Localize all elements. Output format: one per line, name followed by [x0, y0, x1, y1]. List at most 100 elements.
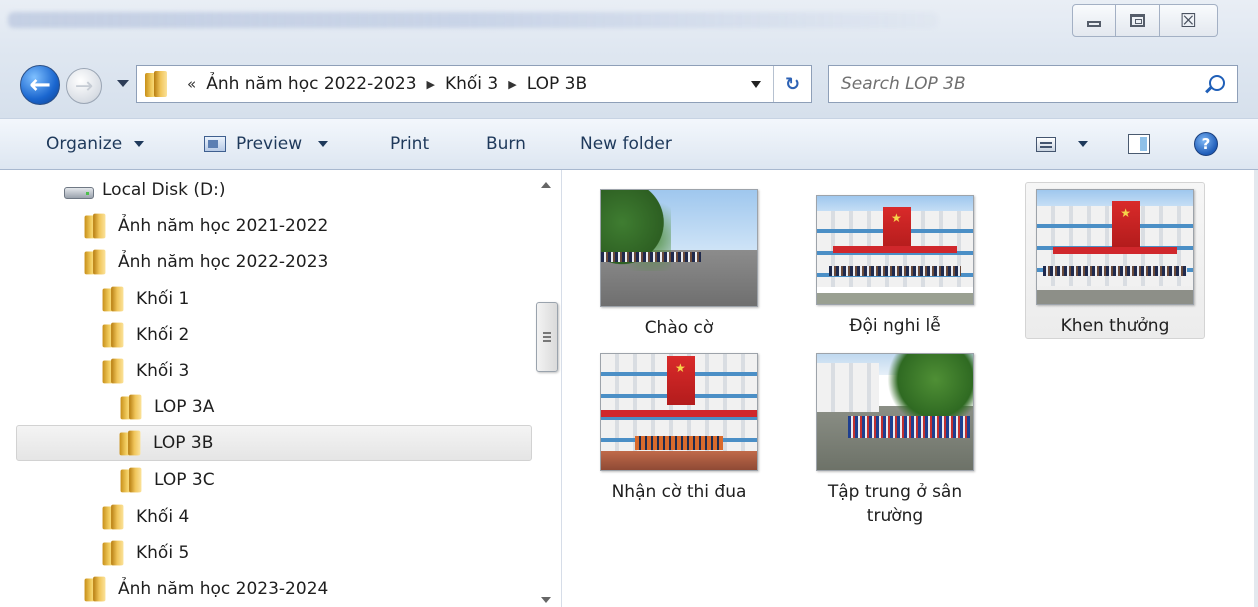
organize-label: Organize [46, 134, 123, 154]
photo-thumbnail [816, 353, 974, 471]
change-view-button[interactable] [1036, 132, 1088, 156]
help-button[interactable]: ? [1194, 132, 1218, 156]
tree-item-folder[interactable]: Khối 2 [102, 317, 302, 353]
folder-icon [84, 576, 106, 602]
file-name: Chào cờ [644, 318, 714, 338]
blurred-window-title [8, 12, 938, 28]
tree-item-local-disk[interactable]: Local Disk (D:) [64, 172, 364, 208]
folder-icon [102, 540, 124, 566]
search-input[interactable] [841, 74, 1181, 94]
breadcrumb-separator-icon[interactable]: ▶ [427, 78, 435, 91]
command-bar: Organize Preview Print Burn New folder ? [0, 118, 1258, 170]
tree-item-folder[interactable]: Ảnh năm học 2021-2022 [84, 208, 384, 244]
tree-item-label: Ảnh năm học 2022-2023 [118, 252, 329, 272]
tree-item-label: Khối 3 [136, 361, 190, 381]
folder-icon [119, 430, 141, 456]
preview-icon [204, 136, 226, 152]
forward-arrow-icon: → [74, 73, 94, 99]
refresh-icon: ↻ [784, 73, 801, 95]
drive-icon [64, 187, 94, 199]
tree-item-folder[interactable]: LOP 3C [120, 462, 320, 498]
maximize-button[interactable] [1116, 4, 1160, 37]
file-item[interactable]: Đội nghi lễ [805, 188, 985, 339]
preview-pane-button[interactable] [1128, 132, 1150, 156]
preview-label: Preview [236, 134, 303, 154]
back-button[interactable]: ← [20, 65, 60, 105]
file-item[interactable]: Tập trung ở sân trường [805, 346, 985, 529]
address-bar[interactable]: « Ảnh năm học 2022-2023 ▶ Khối 3 ▶ LOP 3… [136, 65, 812, 103]
tree-item-label: LOP 3A [154, 397, 215, 417]
new-folder-button[interactable]: New folder [580, 132, 672, 156]
burn-button[interactable]: Burn [486, 132, 526, 156]
file-name: Đội nghi lễ [849, 316, 941, 336]
tree-item-label: Khối 1 [136, 289, 190, 309]
scroll-down-icon[interactable] [541, 597, 551, 603]
scrollbar-thumb[interactable] [536, 302, 558, 372]
file-item[interactable]: Nhận cờ thi đua [589, 346, 769, 505]
tree-item-label: Local Disk (D:) [102, 180, 226, 200]
scroll-up-icon[interactable] [541, 182, 551, 188]
folder-icon [102, 322, 124, 348]
file-name: Khen thưởng [1060, 316, 1170, 336]
photo-thumbnail [600, 189, 758, 307]
navigation-scrollbar[interactable] [533, 170, 559, 607]
photo-thumbnail [600, 353, 758, 471]
navigation-pane: Local Disk (D:) Ảnh năm học 2021-2022 Ản… [0, 170, 562, 607]
dropdown-arrow-icon [134, 141, 145, 147]
tree-item-folder[interactable]: Khối 1 [102, 281, 302, 317]
minimize-icon [1087, 21, 1101, 27]
tree-item-folder[interactable]: Khối 3 [102, 353, 302, 389]
tree-item-folder[interactable]: Khối 5 [102, 535, 302, 571]
maximize-icon [1130, 14, 1145, 27]
folder-icon [102, 358, 124, 384]
minimize-button[interactable] [1072, 4, 1116, 37]
help-icon: ? [1194, 132, 1218, 156]
tree-item-label: Ảnh năm học 2021-2022 [118, 216, 329, 236]
overflow-crumbs-button[interactable]: « [187, 75, 196, 93]
tree-item-label: Khối 2 [136, 325, 190, 345]
recent-pages-dropdown[interactable] [117, 80, 129, 87]
photo-thumbnail [816, 195, 974, 305]
search-icon[interactable] [1209, 75, 1225, 91]
preview-button[interactable]: Preview [204, 132, 329, 156]
tree-item-folder[interactable]: LOP 3A [120, 389, 320, 425]
file-list: Chào cờ Đội nghi lễ Khen thưởng [563, 170, 1258, 607]
address-dropdown-icon[interactable] [751, 81, 761, 88]
folder-icon [145, 71, 167, 97]
file-name: Nhận cờ thi đua [611, 482, 747, 502]
breadcrumb-item[interactable]: Ảnh năm học 2022-2023 [206, 74, 416, 94]
tree-item-label: LOP 3B [153, 433, 214, 453]
dropdown-arrow-icon [318, 141, 329, 147]
tree-item-folder[interactable]: Ảnh năm học 2022-2023 [84, 244, 384, 280]
folder-icon [120, 394, 142, 420]
close-button[interactable]: ☒ [1160, 4, 1218, 37]
folder-icon [102, 286, 124, 312]
print-label: Print [390, 134, 430, 154]
file-item[interactable]: Chào cờ [589, 182, 769, 341]
title-bar: ☒ [0, 0, 1258, 50]
tree-item-label: Khối 5 [136, 543, 190, 563]
breadcrumb-item[interactable]: LOP 3B [527, 74, 587, 94]
refresh-button[interactable]: ↻ [773, 66, 811, 102]
search-box[interactable] [828, 65, 1238, 103]
tree-item-folder-selected[interactable]: LOP 3B [16, 425, 532, 461]
tree-item-label: Khối 4 [136, 507, 190, 527]
print-button[interactable]: Print [390, 132, 429, 156]
breadcrumb-separator-icon[interactable]: ▶ [508, 78, 516, 91]
file-name: Tập trung ở sân trường [827, 482, 963, 526]
navigation-bar: ← → « Ảnh năm học 2022-2023 ▶ Khối 3 ▶ L… [0, 50, 1258, 118]
view-icon [1036, 136, 1056, 152]
new-folder-label: New folder [580, 134, 672, 154]
window-edge [1254, 170, 1258, 607]
file-item-selected[interactable]: Khen thưởng [1025, 182, 1205, 339]
breadcrumb-item[interactable]: Khối 3 [445, 74, 498, 94]
tree-item-folder[interactable]: Ảnh năm học 2023-2024 [84, 571, 384, 607]
tree-item-label: LOP 3C [154, 470, 215, 490]
forward-button[interactable]: → [66, 68, 102, 104]
tree-item-label: Ảnh năm học 2023-2024 [118, 579, 329, 599]
folder-icon [102, 504, 124, 530]
tree-item-folder[interactable]: Khối 4 [102, 499, 302, 535]
folder-icon [84, 213, 106, 239]
folder-icon [84, 249, 106, 275]
organize-button[interactable]: Organize [46, 132, 145, 156]
